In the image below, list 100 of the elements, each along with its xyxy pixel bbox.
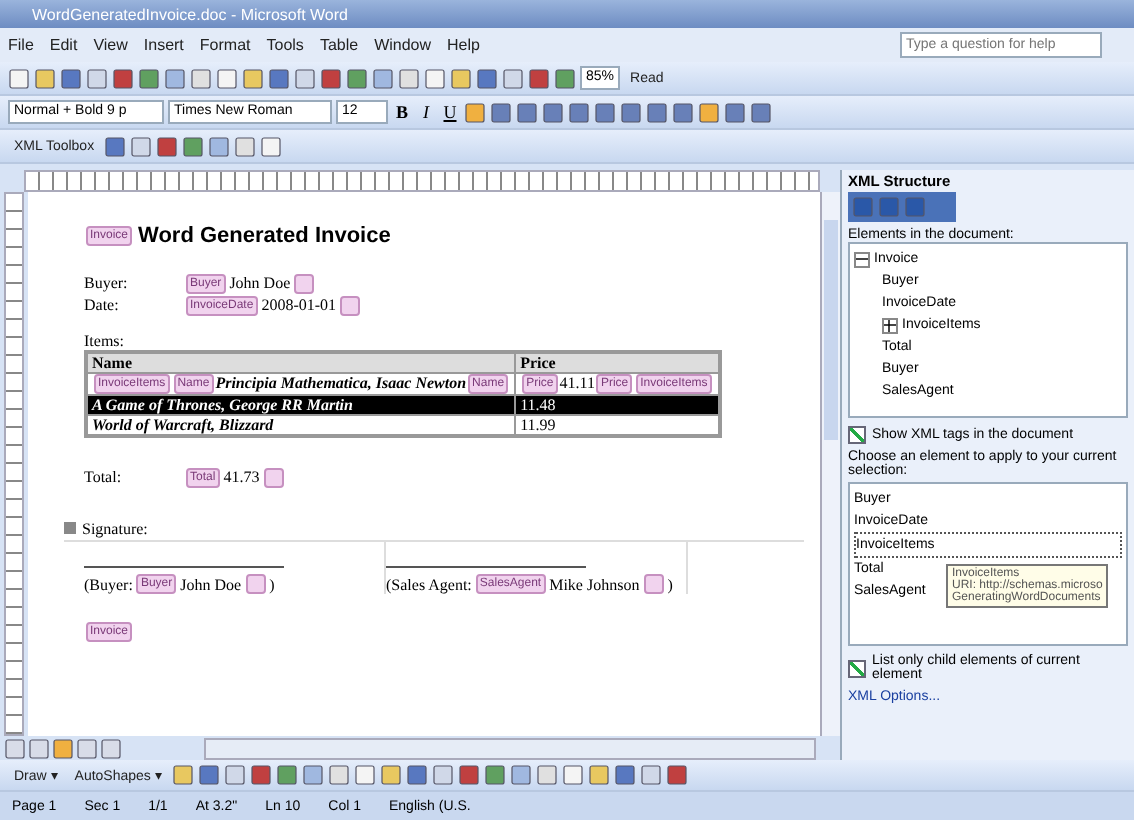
field-value: John Doe [229,274,291,292]
tool-icon[interactable] [724,101,746,123]
tool-icon[interactable] [464,101,486,123]
tool-icon[interactable] [640,764,663,786]
tool-icon[interactable] [216,67,238,89]
tool-icon[interactable] [346,67,368,89]
tool-icon[interactable] [164,67,186,89]
tool-icon[interactable] [60,67,82,89]
checkbox[interactable] [848,426,866,444]
tool-icon[interactable] [34,67,56,89]
expander-icon[interactable] [882,317,898,333]
tool-icon[interactable] [620,101,642,123]
tool-icon[interactable] [490,101,512,123]
tool-icon[interactable] [172,764,195,786]
tool-icon[interactable] [432,764,455,786]
underline-button[interactable]: U [440,102,460,122]
tool-icon[interactable] [86,67,108,89]
tool-icon[interactable] [424,67,446,89]
tool-icon[interactable] [276,764,299,786]
table-cell: World of Warcraft, Blizzard [92,416,274,435]
tool-icon[interactable] [750,101,772,123]
tool-icon[interactable] [208,135,231,157]
bold-button[interactable]: B [392,102,412,122]
tool-icon[interactable] [646,101,668,123]
tool-icon[interactable] [672,101,694,123]
tool-icon[interactable] [516,101,538,123]
tool-icon[interactable] [398,67,420,89]
tool-icon[interactable] [450,67,472,89]
view-icon[interactable] [52,737,74,759]
menu-item[interactable]: View [93,36,128,54]
tool-icon[interactable] [568,101,590,123]
tool-icon[interactable] [594,101,616,123]
view-icon[interactable] [4,737,26,759]
table-cell: Principia Mathematica, Isaac Newton [215,374,467,392]
scroll-bar[interactable] [204,737,816,759]
xml-tag [245,574,266,595]
view-icon[interactable] [100,737,122,759]
table-cell: 41.11 [559,374,595,392]
expander-icon[interactable] [854,251,870,267]
tool-icon[interactable] [458,764,481,786]
tool-icon[interactable] [502,67,524,89]
tool-icon[interactable] [542,101,564,123]
menu-item[interactable]: Edit [49,36,78,54]
tool-icon[interactable] [562,764,585,786]
tool-icon[interactable] [138,67,160,89]
tool-icon[interactable] [112,67,134,89]
tool-icon[interactable] [242,67,264,89]
tool-icon[interactable] [294,67,316,89]
menu-item[interactable]: Window [374,36,432,54]
tool-icon[interactable] [372,67,394,89]
xml-tag [294,273,315,293]
tool-icon[interactable] [588,764,611,786]
tool-icon[interactable] [614,764,637,786]
xml-tag [643,574,664,595]
signature-name: Mike Johnson [549,575,640,594]
tool-icon[interactable] [354,764,377,786]
scroll-bar[interactable] [820,192,840,736]
tool-icon[interactable] [182,135,205,157]
tool-icon[interactable] [484,764,507,786]
tool-icon[interactable] [666,764,689,786]
tool-icon[interactable] [554,67,576,89]
tool-icon[interactable] [528,67,550,89]
menu-item[interactable]: Help [447,36,480,54]
tool-icon[interactable] [406,764,429,786]
view-icon[interactable] [28,737,50,759]
signature-text: ) [269,575,275,594]
items-label: Items: [84,332,126,350]
tool-icon[interactable] [476,67,498,89]
tool-icon[interactable] [268,67,290,89]
checkbox[interactable] [848,659,866,677]
tool-icon[interactable] [302,764,325,786]
field-label: Buyer: [84,274,130,292]
menu-item[interactable]: Tools [266,36,304,54]
xml-tag [340,295,361,315]
menu-item[interactable]: Format [199,36,251,54]
menu-item[interactable]: Insert [143,36,184,54]
tool-icon[interactable] [510,764,533,786]
italic-button[interactable]: I [416,102,436,122]
tool-icon[interactable] [190,67,212,89]
tool-icon[interactable] [156,135,179,157]
menu-item[interactable]: File [8,36,34,54]
tool-icon[interactable] [320,67,342,89]
view-icon[interactable] [76,737,98,759]
tool-icon[interactable] [536,764,559,786]
tool-icon[interactable] [198,764,221,786]
tool-icon[interactable] [130,135,153,157]
document-title: Word Generated Invoice [138,224,391,248]
menu-item[interactable]: Table [319,36,359,54]
table-cell: 11.48 [520,396,556,415]
tool-icon[interactable] [260,135,283,157]
tool-icon[interactable] [380,764,403,786]
tool-icon[interactable] [8,67,30,89]
tool-icon[interactable] [328,764,351,786]
tool-icon[interactable] [224,764,247,786]
field-value: 41.73 [223,468,260,487]
tool-icon[interactable] [104,135,127,157]
tool-icon[interactable] [234,135,257,157]
signature-name: John Doe [180,575,242,594]
tool-icon[interactable] [698,101,720,123]
tool-icon[interactable] [250,764,273,786]
